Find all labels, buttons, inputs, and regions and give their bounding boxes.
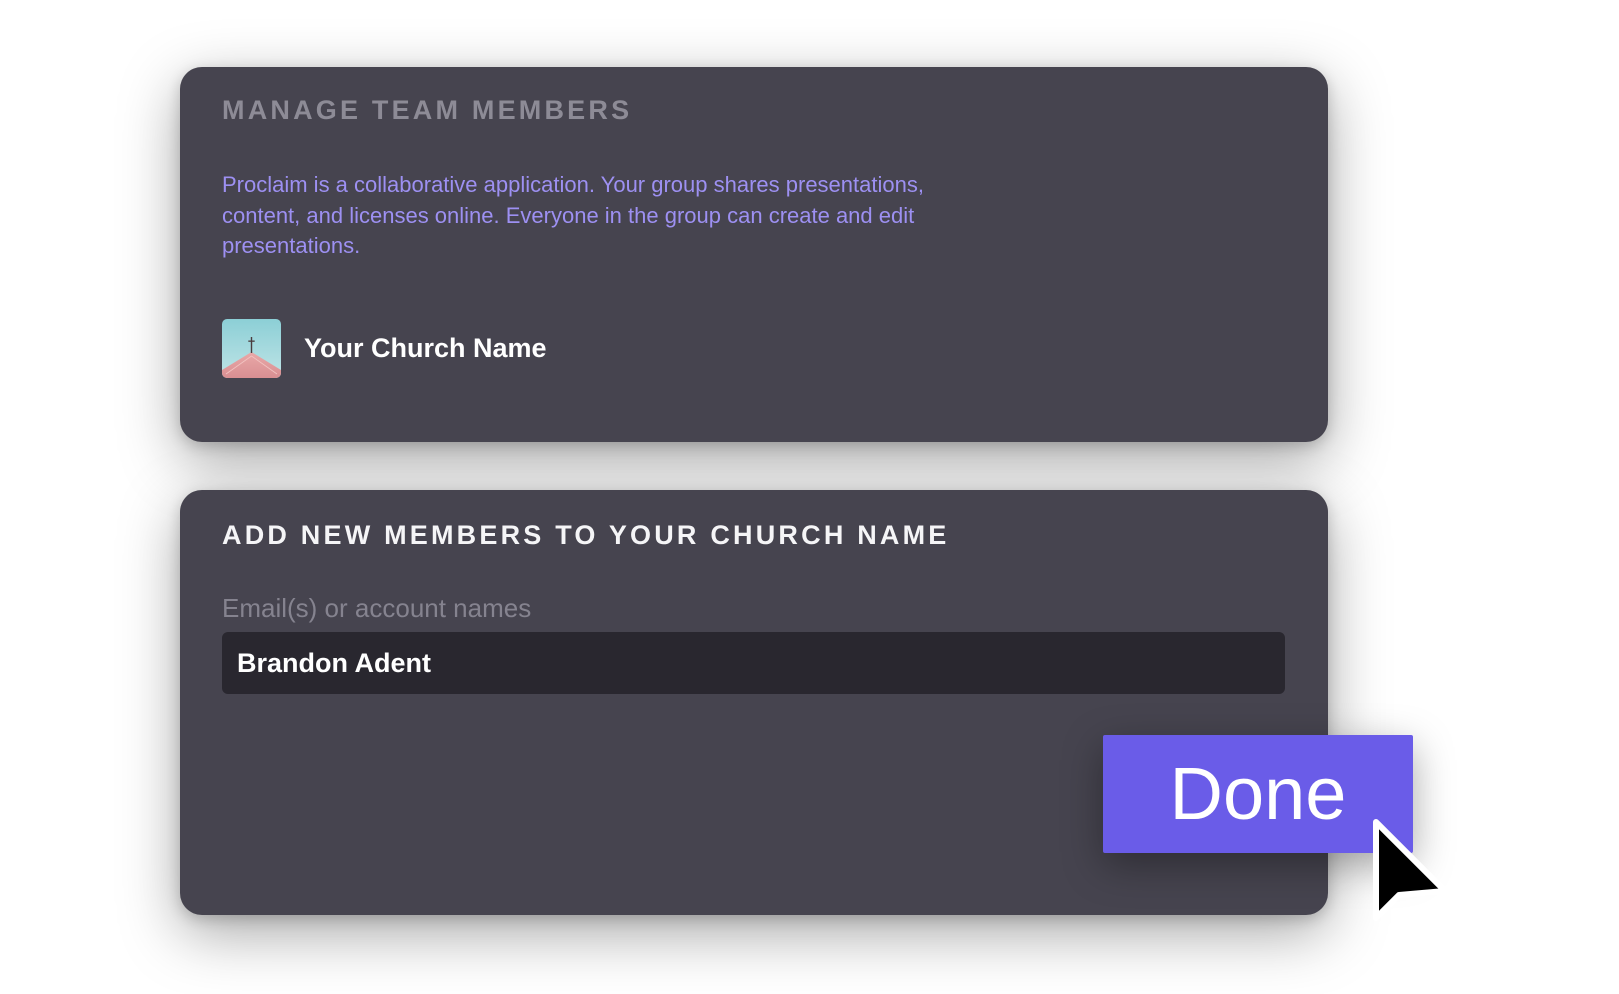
church-name: Your Church Name xyxy=(304,333,547,363)
page: MANAGE TEAM MEMBERS Proclaim is a collab… xyxy=(0,0,1619,994)
members-field-label: Email(s) or account names xyxy=(222,593,532,623)
manage-team-members-title: MANAGE TEAM MEMBERS xyxy=(222,95,633,125)
done-button[interactable]: Done xyxy=(1103,735,1413,853)
add-members-title: ADD NEW MEMBERS TO YOUR CHURCH NAME xyxy=(222,520,950,550)
arrow-pointer-icon xyxy=(1373,819,1448,921)
manage-team-members-panel: MANAGE TEAM MEMBERS Proclaim is a collab… xyxy=(180,67,1328,442)
church-item[interactable]: Your Church Name xyxy=(222,319,547,378)
collaboration-description: Proclaim is a collaborative application.… xyxy=(222,172,924,258)
church-steeple-icon xyxy=(222,319,281,378)
members-input[interactable] xyxy=(222,632,1285,694)
